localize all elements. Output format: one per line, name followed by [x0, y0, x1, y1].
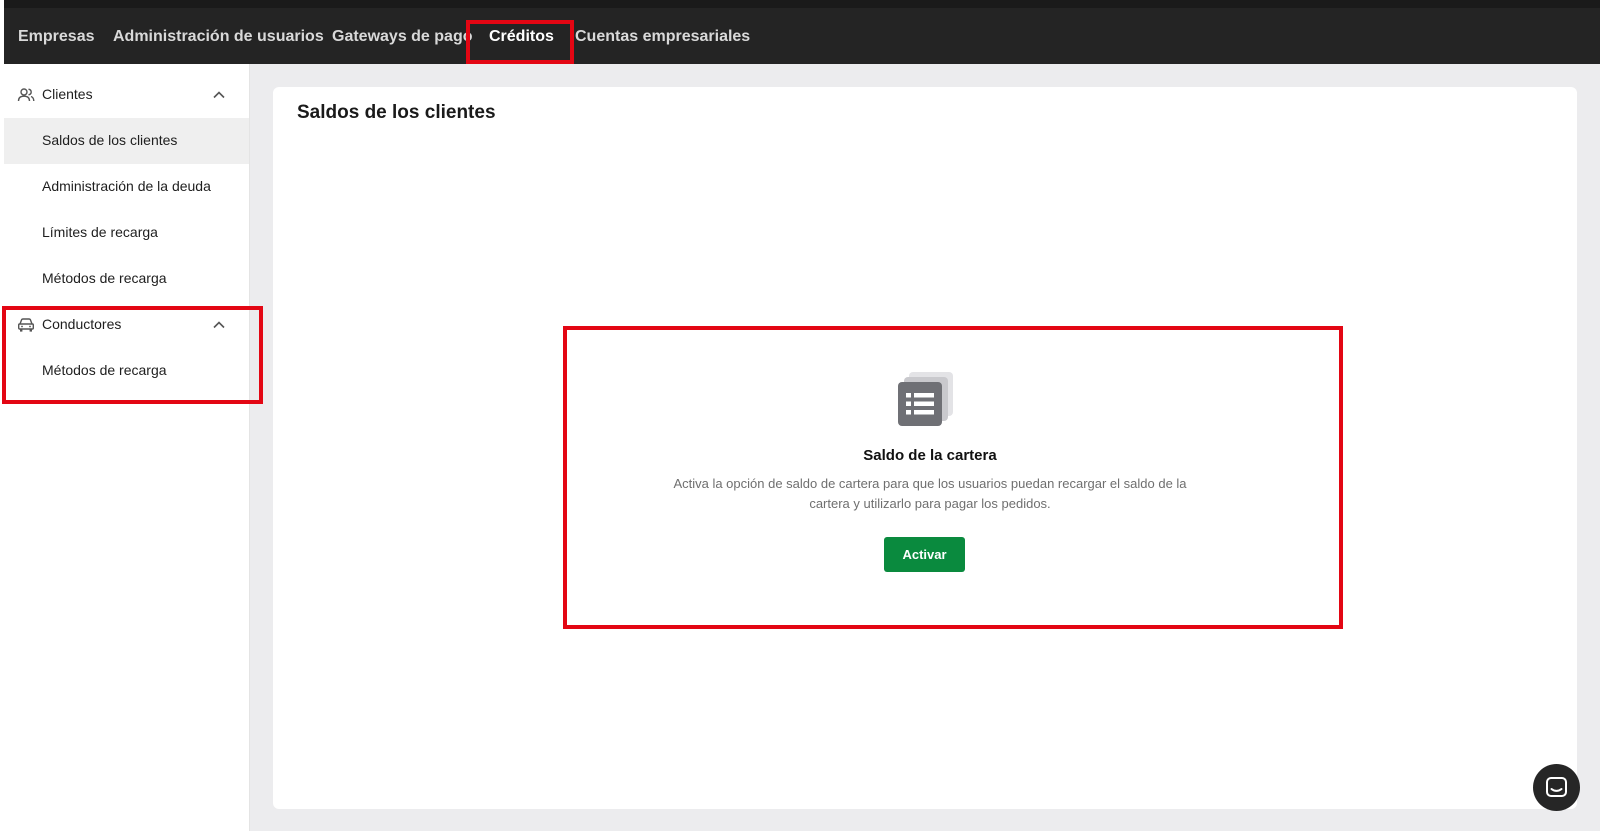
- nav-item-administracion-usuarios[interactable]: Administración de usuarios: [113, 26, 324, 48]
- chat-launcher-button[interactable]: [1533, 764, 1580, 811]
- nav-item-gateways-pago[interactable]: Gateways de pago: [332, 26, 473, 48]
- sidebar-item-limites-recarga[interactable]: Límites de recarga: [4, 210, 249, 256]
- car-icon: [18, 318, 35, 332]
- sidebar-item-metodos-recarga-clientes[interactable]: Métodos de recarga: [4, 256, 249, 302]
- chevron-up-icon[interactable]: [212, 88, 226, 102]
- list-document-icon: [898, 372, 953, 426]
- nav-item-empresas[interactable]: Empresas: [18, 26, 95, 48]
- nav-item-creditos[interactable]: Créditos: [489, 26, 554, 48]
- sidebar-item-label: Administración de la deuda: [42, 178, 211, 194]
- sidebar-group-clientes[interactable]: Clientes: [4, 72, 249, 118]
- sidebar-item-label: Métodos de recarga: [42, 270, 167, 286]
- chat-bubble-icon: [1546, 777, 1567, 797]
- empty-state-description: Activa la opción de saldo de cartera par…: [673, 476, 1187, 511]
- sidebar-item-saldos-clientes[interactable]: Saldos de los clientes: [4, 118, 249, 164]
- sidebar-item-label: Métodos de recarga: [42, 362, 167, 378]
- sidebar-item-metodos-recarga-conductores[interactable]: Métodos de recarga: [4, 348, 249, 394]
- sidebar-item-administracion-deuda[interactable]: Administración de la deuda: [4, 164, 249, 210]
- sidebar-item-label: Límites de recarga: [42, 224, 158, 240]
- sidebar-group-label: Clientes: [42, 86, 93, 102]
- left-edge-line: [0, 0, 4, 72]
- sidebar-item-label: Saldos de los clientes: [42, 132, 178, 148]
- page-title: Saldos de los clientes: [297, 102, 496, 123]
- activate-button[interactable]: Activar: [884, 537, 965, 572]
- nav-item-cuentas-empresariales[interactable]: Cuentas empresariales: [575, 26, 750, 48]
- sidebar-group-label: Conductores: [42, 316, 122, 332]
- chevron-up-icon[interactable]: [212, 318, 226, 332]
- sidebar-group-conductores[interactable]: Conductores: [4, 302, 249, 348]
- users-icon: [17, 88, 35, 102]
- empty-state-title: Saldo de la cartera: [863, 447, 997, 464]
